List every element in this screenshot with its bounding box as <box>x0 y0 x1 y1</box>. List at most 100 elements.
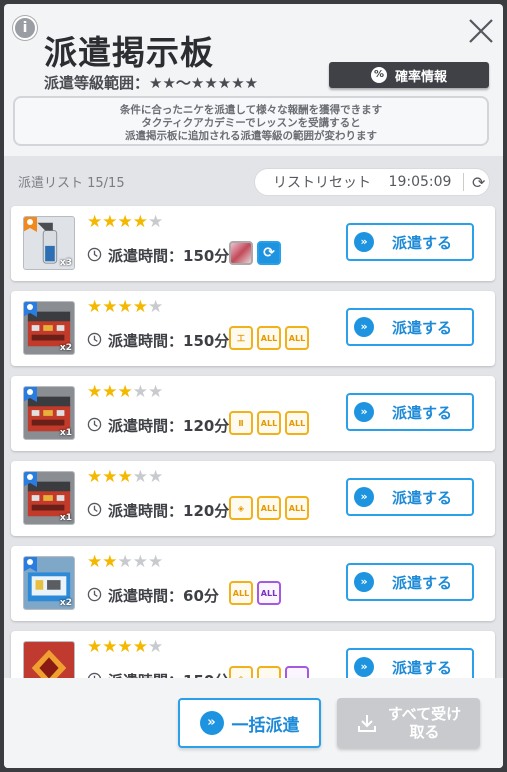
dispatch-button[interactable]: » 派遣する <box>346 308 474 346</box>
dispatch-board-panel: i 派遣掲示板 派遣等級範囲：★★～★★★★★ % 確率情報 条件に合ったニケを… <box>4 4 503 768</box>
star-filled-icon: ★ <box>87 297 103 317</box>
item-thumbnail[interactable]: x1 <box>23 471 75 525</box>
star-empty-icon: ★ <box>132 467 148 487</box>
sync-icon[interactable]: ⟳ <box>257 241 281 265</box>
star-filled-icon: ★ <box>87 467 103 487</box>
dispatch-button[interactable]: » 派遣する <box>346 648 474 678</box>
requirement-icon[interactable]: ALL <box>257 326 281 350</box>
star-empty-icon: ★ <box>148 212 164 232</box>
download-icon <box>357 715 376 732</box>
dispatch-row: x1 ★★★★★ 派遣時間：120分 Ⅱ ALL ALL» 派遣する <box>11 376 495 451</box>
bulk-dispatch-label: 一括派遣 <box>231 715 300 736</box>
dispatch-row: x2 ★★★★★ 派遣時間：150分工 ALL ALL» 派遣する <box>11 291 495 366</box>
reward-flag-icon <box>24 217 37 232</box>
close-button[interactable] <box>466 16 496 46</box>
bulk-dispatch-button[interactable]: » 一括派遣 <box>178 698 321 748</box>
dispatch-time: 派遣時間：150分 <box>108 247 230 265</box>
dispatch-button-label: 派遣する <box>392 488 453 507</box>
dispatch-time: 派遣時間：60分 <box>108 587 219 605</box>
requirement-icon[interactable]: ALL <box>285 326 309 350</box>
dispatch-button[interactable]: » 派遣する <box>346 563 474 601</box>
clock-icon <box>87 502 102 517</box>
star-filled-icon: ★ <box>87 552 103 572</box>
requirement-icon[interactable]: ALL <box>257 581 281 605</box>
star-empty-icon: ★ <box>132 552 148 572</box>
star-filled-icon: ★ <box>132 212 148 232</box>
dispatch-button[interactable]: » 派遣する <box>346 223 474 261</box>
reward-flag-icon <box>24 387 37 402</box>
receive-all-button[interactable]: すべて受け 取る <box>337 698 480 748</box>
dispatch-row: x2 ★★★★★ 派遣時間：60分 ALL ALL» 派遣する <box>11 546 495 621</box>
requirement-icon[interactable]: ◈ <box>229 666 253 678</box>
probability-info-label: 確率情報 <box>394 69 447 85</box>
dispatch-list[interactable]: 派遣リスト 15/15 リストリセット 19:05:09 ⟳ x3 ★★★★★ 派遣… <box>4 156 503 678</box>
requirement-icon[interactable]: ALL <box>285 496 309 520</box>
list-reset-button[interactable]: リストリセット 19:05:09 ⟳ <box>254 168 490 196</box>
item-quantity: x3 <box>59 258 72 268</box>
probability-info-button[interactable]: % 確率情報 <box>329 62 489 88</box>
requirement-icon[interactable]: ALL <box>257 411 281 435</box>
dispatch-row: x1 ★★★★★ 派遣時間：120分 ◈ ALL ALL» 派遣する <box>11 461 495 536</box>
dispatch-button-label: 派遣する <box>392 658 453 677</box>
star-empty-icon: ★ <box>148 637 164 657</box>
requirement-icons: ◈ ALL ALL <box>229 496 309 520</box>
item-quantity: x2 <box>59 598 72 608</box>
requirement-icons: 工 ALL ALL <box>229 326 309 350</box>
requirement-icons: ◈ <box>229 666 309 678</box>
divider <box>463 173 464 191</box>
close-icon <box>469 19 493 43</box>
dispatch-button[interactable]: » 派遣する <box>346 393 474 431</box>
grade-stars: ★★★★★ <box>87 297 163 317</box>
dispatch-time: 派遣時間：120分 <box>108 502 230 520</box>
dispatch-button-label: 派遣する <box>392 573 453 592</box>
star-filled-icon: ★ <box>87 212 103 232</box>
item-thumbnail[interactable]: x3 <box>23 216 75 270</box>
reward-flag-icon <box>24 557 37 572</box>
item-thumbnail[interactable]: x1 <box>23 386 75 440</box>
list-count: 派遣リスト 15/15 <box>18 176 125 191</box>
star-empty-icon: ★ <box>148 467 164 487</box>
requirement-icon[interactable]: 工 <box>229 326 253 350</box>
dispatch-time: 派遣時間：150分 <box>108 670 229 678</box>
grade-stars: ★★★★★ <box>87 637 163 657</box>
receive-all-label: すべて受け <box>387 705 462 723</box>
star-filled-icon: ★ <box>102 297 118 317</box>
clock-icon <box>87 417 102 432</box>
dispatch-time: 派遣時間：120分 <box>108 417 230 435</box>
item-quantity: x1 <box>59 428 72 438</box>
requirement-icon[interactable]: Ⅱ <box>229 411 253 435</box>
requirement-icons: ALL ALL <box>229 581 281 605</box>
double-chevron-icon: » <box>354 317 374 337</box>
star-filled-icon: ★ <box>117 212 133 232</box>
notice-box: 条件に合ったニケを派遣して様々な報酬を獲得できます タクティクアカデミーでレッス… <box>13 96 489 146</box>
star-filled-icon: ★ <box>102 637 118 657</box>
info-icon[interactable]: i <box>13 16 37 40</box>
star-empty-icon: ★ <box>148 297 164 317</box>
item-thumbnail[interactable] <box>23 641 75 678</box>
item-thumbnail[interactable]: x2 <box>23 556 75 610</box>
item-thumbnail[interactable]: x2 <box>23 301 75 355</box>
notice-line: タクティクアカデミーでレッスンを受講すると <box>141 117 361 129</box>
nikke-portrait-icon[interactable] <box>229 241 253 265</box>
reward-flag-icon <box>24 302 37 317</box>
star-filled-icon: ★ <box>102 467 118 487</box>
dispatch-button-label: 派遣する <box>392 403 453 422</box>
receive-all-label: 取る <box>409 723 440 741</box>
requirement-icon[interactable]: ALL <box>285 411 309 435</box>
requirement-icon[interactable]: ALL <box>229 581 253 605</box>
double-chevron-icon: » <box>354 572 374 592</box>
requirement-icon[interactable] <box>257 666 281 678</box>
notice-line: 条件に合ったニケを派遣して様々な報酬を獲得できます <box>119 104 383 116</box>
dispatch-button[interactable]: » 派遣する <box>346 478 474 516</box>
star-filled-icon: ★ <box>87 382 103 402</box>
star-empty-icon: ★ <box>148 382 164 402</box>
requirement-icons: Ⅱ ALL ALL <box>229 411 309 435</box>
clock-icon <box>87 247 102 262</box>
refresh-icon: ⟳ <box>472 172 486 192</box>
requirement-icon[interactable]: ◈ <box>229 496 253 520</box>
requirement-icon[interactable]: ALL <box>257 496 281 520</box>
requirement-icon[interactable] <box>285 666 309 678</box>
star-filled-icon: ★ <box>102 382 118 402</box>
dispatch-button-label: 派遣する <box>392 233 453 252</box>
clock-icon <box>87 587 102 602</box>
